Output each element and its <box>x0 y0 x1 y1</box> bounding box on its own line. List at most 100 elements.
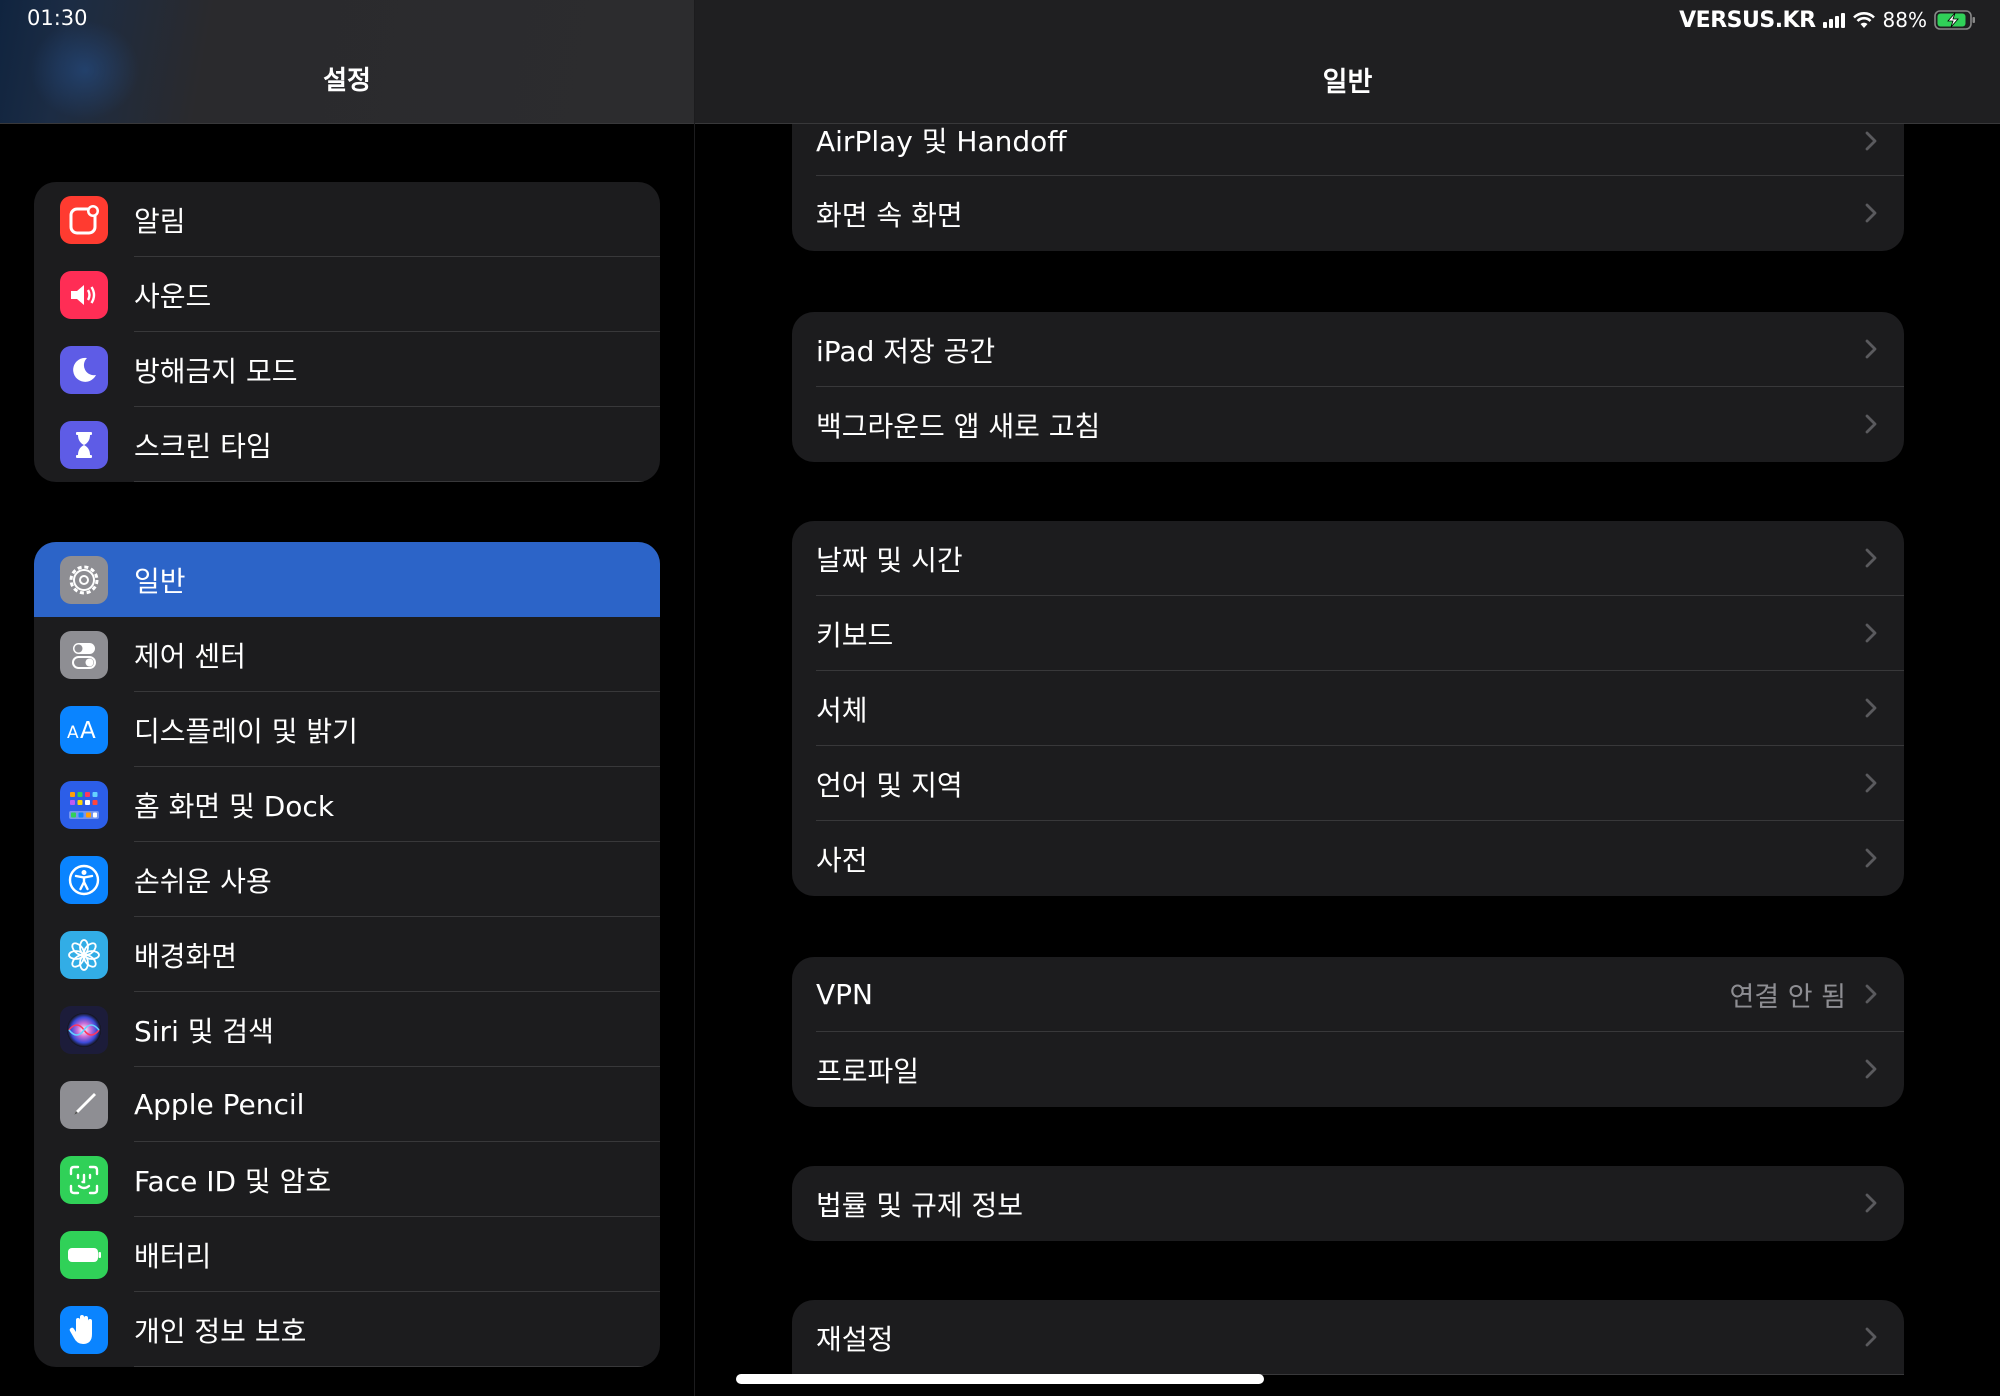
row-picture-in-picture[interactable]: 화면 속 화면 <box>792 176 1904 251</box>
chevron-right-icon <box>1864 697 1878 723</box>
sidebar-item-label: Apple Pencil <box>134 1088 305 1121</box>
sidebar-item-display-brightness[interactable]: AA 디스플레이 및 밝기 <box>34 692 660 767</box>
general-group-legal: 법률 및 규제 정보 <box>792 1166 1904 1241</box>
svg-text:A: A <box>80 718 96 744</box>
row-label: 화면 속 화면 <box>816 198 963 232</box>
sidebar-item-label: 손쉬운 사용 <box>134 864 272 898</box>
row-keyboard[interactable]: 키보드 <box>792 596 1904 671</box>
app-grid-icon <box>60 781 108 829</box>
chevron-right-icon <box>1864 1058 1878 1084</box>
sidebar-item-label: 알림 <box>134 204 186 238</box>
speaker-icon <box>60 271 108 319</box>
row-vpn[interactable]: VPN 연결 안 됨 <box>792 957 1904 1032</box>
row-fonts[interactable]: 서체 <box>792 671 1904 746</box>
row-label: 사전 <box>816 843 868 877</box>
chevron-right-icon <box>1864 983 1878 1009</box>
sidebar-item-do-not-disturb[interactable]: 방해금지 모드 <box>34 332 660 407</box>
sidebar-item-label: 제어 센터 <box>134 639 246 673</box>
hand-icon <box>60 1306 108 1354</box>
general-group-airplay: AirPlay 및 Handoff 화면 속 화면 <box>792 104 1904 251</box>
sidebar-item-control-center[interactable]: 제어 센터 <box>34 617 660 692</box>
status-indicators: VERSUS.KR 88% <box>1679 6 1976 34</box>
sidebar-item-general[interactable]: 일반 <box>34 542 660 617</box>
general-group-reset: 재설정 <box>792 1300 1904 1375</box>
sidebar-item-label: 일반 <box>134 564 186 598</box>
sidebar-item-screen-time[interactable]: 스크린 타임 <box>34 407 660 482</box>
sidebar-item-home-screen-dock[interactable]: 홈 화면 및 Dock <box>34 767 660 842</box>
flower-icon <box>60 931 108 979</box>
sidebar-item-label: 배터리 <box>134 1239 212 1273</box>
battery-icon <box>60 1231 108 1279</box>
chevron-right-icon <box>1864 1192 1878 1218</box>
switches-icon <box>60 631 108 679</box>
notifications-icon <box>60 196 108 244</box>
sidebar-item-label: Siri 및 검색 <box>134 1014 274 1048</box>
chevron-right-icon <box>1864 413 1878 439</box>
text-size-icon: AA <box>60 706 108 754</box>
row-label: 재설정 <box>816 1322 894 1356</box>
sidebar-item-privacy[interactable]: 개인 정보 보호 <box>34 1292 660 1367</box>
sidebar-item-label: 스크린 타임 <box>134 429 272 463</box>
status-time: 01:30 <box>27 6 88 30</box>
moon-icon <box>60 346 108 394</box>
sidebar-title: 설정 <box>323 66 371 96</box>
sidebar-item-accessibility[interactable]: 손쉬운 사용 <box>34 842 660 917</box>
chevron-right-icon <box>1864 338 1878 364</box>
sidebar-header: 설정 <box>0 0 694 124</box>
siri-icon <box>60 1006 108 1054</box>
sidebar-item-label: 개인 정보 보호 <box>134 1314 307 1348</box>
row-profile[interactable]: 프로파일 <box>792 1032 1904 1107</box>
sidebar-item-label: 디스플레이 및 밝기 <box>134 714 358 748</box>
battery-percent: 88% <box>1882 8 1927 32</box>
sidebar-item-label: Face ID 및 암호 <box>134 1164 332 1198</box>
chevron-right-icon <box>1864 130 1878 156</box>
chevron-right-icon <box>1864 622 1878 648</box>
row-label: 날짜 및 시간 <box>816 543 963 577</box>
general-group-locale: 날짜 및 시간 키보드 서체 언어 및 지역 사전 <box>792 521 1904 896</box>
accessibility-icon <box>60 856 108 904</box>
sidebar-item-wallpaper[interactable]: 배경화면 <box>34 917 660 992</box>
sidebar-group-1: 알림 사운드 방해금지 모드 스크린 타임 <box>34 182 660 482</box>
general-group-storage: iPad 저장 공간 백그라운드 앱 새로 고침 <box>792 312 1904 462</box>
vpn-status-value: 연결 안 됨 <box>1729 982 1846 1013</box>
cellular-signal-icon <box>1822 12 1845 28</box>
sidebar-group-2: 일반 제어 센터 AA 디스플레이 및 밝기 홈 화면 및 Dock 손쉬운 사… <box>34 542 660 1367</box>
sidebar-item-label: 배경화면 <box>134 939 238 973</box>
face-id-icon <box>60 1156 108 1204</box>
sidebar-item-label: 홈 화면 및 Dock <box>134 789 335 823</box>
pane-divider <box>694 0 695 1396</box>
chevron-right-icon <box>1864 202 1878 228</box>
row-language-region[interactable]: 언어 및 지역 <box>792 746 1904 821</box>
carrier-name: VERSUS.KR <box>1679 7 1816 33</box>
row-legal-regulatory[interactable]: 법률 및 규제 정보 <box>792 1166 1904 1241</box>
row-date-time[interactable]: 날짜 및 시간 <box>792 521 1904 596</box>
row-ipad-storage[interactable]: iPad 저장 공간 <box>792 312 1904 387</box>
home-indicator[interactable] <box>736 1374 1264 1384</box>
sidebar-item-face-id[interactable]: Face ID 및 암호 <box>34 1142 660 1217</box>
row-label: 프로파일 <box>816 1054 920 1088</box>
row-reset[interactable]: 재설정 <box>792 1300 1904 1375</box>
row-label: 백그라운드 앱 새로 고침 <box>816 409 1101 443</box>
general-group-vpn: VPN 연결 안 됨 프로파일 <box>792 957 1904 1107</box>
row-dictionary[interactable]: 사전 <box>792 821 1904 896</box>
sidebar-item-siri-search[interactable]: Siri 및 검색 <box>34 992 660 1067</box>
sidebar-item-label: 방해금지 모드 <box>134 354 298 388</box>
gear-icon <box>60 556 108 604</box>
sidebar-item-sound[interactable]: 사운드 <box>34 257 660 332</box>
row-label: 서체 <box>816 693 868 727</box>
row-label: 법률 및 규제 정보 <box>816 1188 1024 1222</box>
row-label: VPN <box>816 978 873 1011</box>
detail-title: 일반 <box>1322 67 1373 98</box>
chevron-right-icon <box>1864 772 1878 798</box>
row-label: AirPlay 및 Handoff <box>816 125 1067 158</box>
sidebar-item-battery[interactable]: 배터리 <box>34 1217 660 1292</box>
chevron-right-icon <box>1864 547 1878 573</box>
row-label: iPad 저장 공간 <box>816 334 996 368</box>
chevron-right-icon <box>1864 847 1878 873</box>
hourglass-icon <box>60 421 108 469</box>
sidebar-item-apple-pencil[interactable]: Apple Pencil <box>34 1067 660 1142</box>
row-background-app-refresh[interactable]: 백그라운드 앱 새로 고침 <box>792 387 1904 462</box>
sidebar-item-notifications[interactable]: 알림 <box>34 182 660 257</box>
wifi-icon <box>1852 11 1876 29</box>
row-label: 키보드 <box>816 618 894 652</box>
